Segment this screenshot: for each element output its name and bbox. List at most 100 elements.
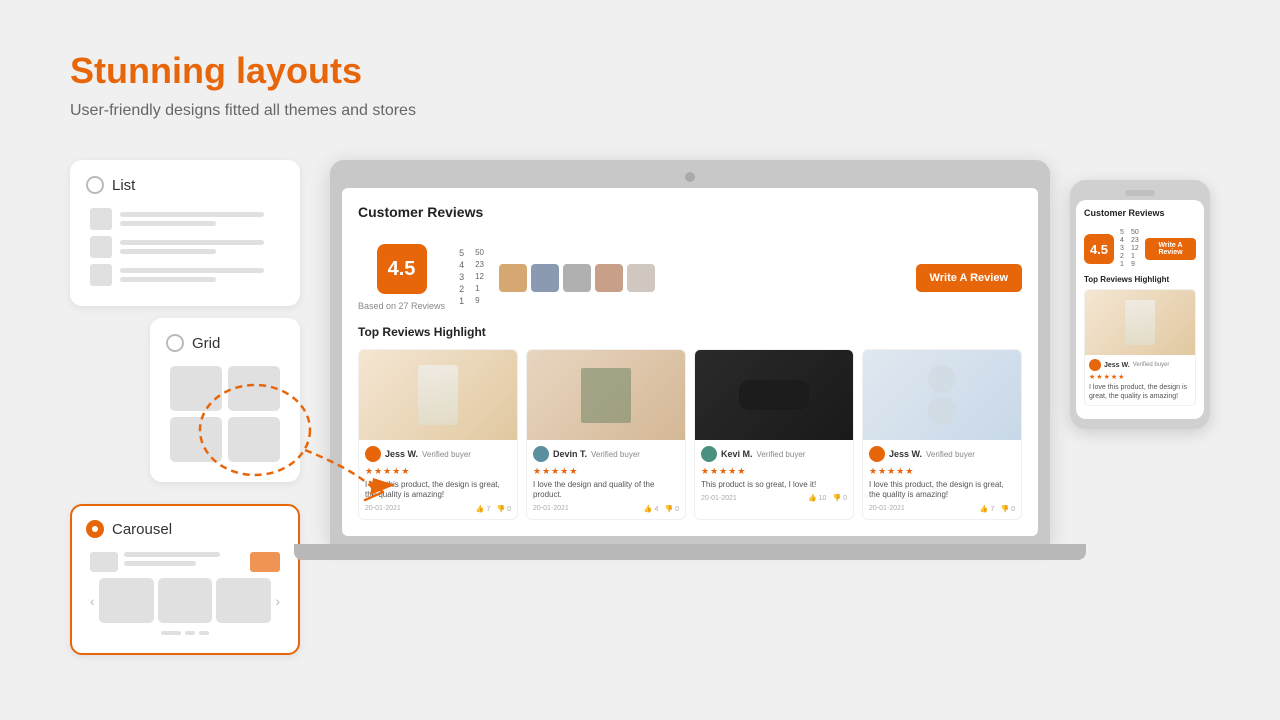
rating-header-row: Customer Reviews — [358, 204, 1022, 232]
based-on-text: Based on 27 Reviews — [358, 301, 445, 311]
review-meta-1: 20-01-2021 👍 7 👎 0 — [365, 505, 511, 513]
bar-label-3: 3 — [459, 272, 465, 282]
review-likes-1: 👍 7 👎 0 — [476, 505, 511, 513]
star: ★ — [905, 466, 913, 477]
list-thumb — [90, 236, 112, 258]
carousel-top-left — [90, 552, 118, 572]
big-rating-box: 4.5 — [377, 244, 427, 294]
star: ★ — [710, 466, 718, 477]
verified-badge-2: Verified buyer — [591, 450, 640, 459]
star: ★ — [533, 466, 541, 477]
reviewer-row-3: Kevi M. Verified buyer — [701, 446, 847, 462]
review-date-2: 20-01-2021 — [533, 505, 569, 512]
list-layout-label: List — [86, 176, 284, 194]
carousel-top-line — [124, 561, 196, 566]
carousel-layout-label: Carousel — [86, 520, 284, 538]
bar-count-4: 23 — [475, 260, 485, 269]
carousel-action-btn — [250, 552, 280, 572]
star: ★ — [719, 466, 727, 477]
review-meta-2: 20-01-2021 👍 4 👎 0 — [533, 505, 679, 513]
star: ★ — [542, 466, 550, 477]
layout-options-panel: List — [70, 160, 300, 655]
grid-layout-card[interactable]: Grid — [150, 318, 300, 482]
bar-label-1: 1 — [459, 296, 465, 306]
mobile-bar-count-4: 23 — [1131, 237, 1139, 244]
dislike-count-3: 👎 0 — [832, 494, 847, 502]
write-review-button[interactable]: Write A Review — [916, 264, 1022, 292]
rating-main-row: 4.5 Based on 27 Reviews 5 — [358, 244, 1022, 311]
mobile-review-text-1: I love this product, the design is great… — [1089, 383, 1191, 401]
review-card-4: Jess W. Verified buyer ★ ★ ★ ★ — [862, 349, 1022, 520]
mobile-bar-count-2: 1 — [1131, 253, 1139, 260]
list-radio[interactable] — [86, 176, 104, 194]
reviewer-row-2: Devin T. Verified buyer — [533, 446, 679, 462]
star: ★ — [728, 466, 736, 477]
mobile-avatar-1 — [1089, 359, 1101, 371]
list-line — [120, 249, 216, 254]
laptop-notch — [685, 172, 695, 182]
mobile-bar-2: 2 1 — [1120, 253, 1139, 260]
review-card-img-2 — [527, 350, 685, 440]
star: ★ — [896, 466, 904, 477]
grid-layout-label: Grid — [166, 334, 284, 352]
mobile-write-review-button[interactable]: Write A Review — [1145, 238, 1196, 260]
mobile-bar-label-4: 4 — [1120, 237, 1125, 244]
mobile-bar-count-5: 50 — [1131, 229, 1139, 236]
mobile-review-card-1: Jess W. Verified buyer ★ ★ ★ ★ ★ — [1084, 289, 1196, 406]
list-line — [120, 268, 264, 273]
list-thumb — [90, 208, 112, 230]
mobile-bar-label-5: 5 — [1120, 229, 1125, 236]
reviewer-name-1: Jess W. — [385, 449, 418, 459]
laptop-base — [294, 544, 1086, 560]
grid-label-text: Grid — [192, 335, 220, 352]
review-text-4: I love this product, the design is great… — [869, 480, 1015, 501]
mobile-bar-count-3: 12 — [1131, 245, 1139, 252]
laptop-screen: Customer Reviews 4.5 Based on 27 Reviews — [342, 188, 1038, 536]
mobile-header-row: Customer Reviews — [1084, 208, 1196, 224]
review-card-img-1 — [359, 350, 517, 440]
mobile-rating-row: 4.5 5 50 — [1084, 229, 1196, 269]
list-row — [90, 264, 280, 286]
grid-radio[interactable] — [166, 334, 184, 352]
page-headline: Stunning layouts — [70, 50, 1210, 92]
review-thumb-2 — [531, 264, 559, 292]
stars-row-1: ★ ★ ★ ★ ★ — [365, 466, 511, 477]
grid-cell — [170, 417, 222, 462]
list-layout-card[interactable]: List — [70, 160, 300, 306]
review-card-body-1: Jess W. Verified buyer ★ ★ ★ ★ — [359, 440, 517, 519]
like-count-4: 👍 7 — [980, 505, 995, 513]
stars-row-4: ★ ★ ★ ★ ★ — [869, 466, 1015, 477]
carousel-layout-card[interactable]: Carousel ‹ — [70, 504, 300, 655]
review-date-3: 20-01-2021 — [701, 495, 737, 502]
star: ★ — [878, 466, 886, 477]
reviewer-row-1: Jess W. Verified buyer — [365, 446, 511, 462]
carousel-radio[interactable] — [86, 520, 104, 538]
mobile-mockup: Customer Reviews 4.5 5 — [1070, 180, 1210, 429]
carousel-right-arrow[interactable]: › — [275, 593, 280, 609]
mobile-card-body-1: Jess W. Verified buyer ★ ★ ★ ★ ★ — [1085, 355, 1195, 405]
mobile-stars-1: ★ ★ ★ ★ ★ — [1089, 373, 1191, 381]
rating-left: Customer Reviews — [358, 204, 483, 232]
review-card-2: Devin T. Verified buyer ★ ★ ★ ★ — [526, 349, 686, 520]
review-card-body-2: Devin T. Verified buyer ★ ★ ★ ★ — [527, 440, 685, 519]
star: ★ — [365, 466, 373, 477]
list-preview — [86, 204, 284, 290]
list-row — [90, 236, 280, 258]
star: ★ — [383, 466, 391, 477]
laptop-area: Customer Reviews 4.5 Based on 27 Reviews — [330, 160, 1210, 560]
carousel-label-text: Carousel — [112, 521, 172, 538]
star: ★ — [392, 466, 400, 477]
reviewer-name-2: Devin T. — [553, 449, 587, 459]
rating-bar-row-2: 2 1 — [459, 284, 485, 294]
reviewer-avatar-1 — [365, 446, 381, 462]
mobile-star: ★ — [1111, 373, 1117, 381]
content-area: List — [70, 160, 1210, 655]
list-line — [120, 277, 216, 282]
verified-badge-3: Verified buyer — [757, 450, 806, 459]
dislike-count-4: 👎 0 — [1000, 505, 1015, 513]
carousel-left-arrow[interactable]: ‹ — [90, 593, 95, 609]
like-count-1: 👍 7 — [476, 505, 491, 513]
rating-bars: 5 50 4 — [459, 248, 485, 308]
grid-cell — [170, 366, 222, 411]
reviewer-name-3: Kevi M. — [721, 449, 753, 459]
